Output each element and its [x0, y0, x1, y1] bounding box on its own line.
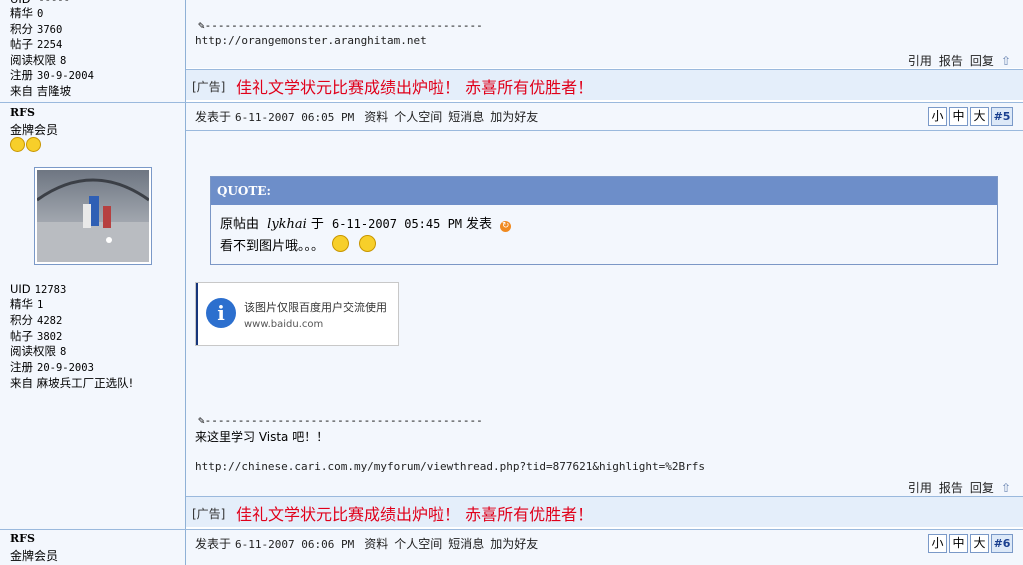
user-stat: 帖子 2254	[10, 37, 63, 51]
info-icon: i	[206, 298, 236, 328]
reply-link[interactable]: 回复	[970, 481, 994, 495]
ad-banner: [广告] 佳礼文学状元比赛成绩出炉啦！ 赤喜所有优胜者！	[186, 70, 1023, 100]
post-timestamp: 6-11-2007 06:05 PM	[235, 111, 355, 124]
ad-tag: [广告]	[192, 80, 226, 94]
user-stat: 注册 20-9-2003	[10, 360, 94, 374]
profile-link[interactable]: 资料	[364, 110, 388, 124]
font-small-button[interactable]: 小	[928, 107, 947, 126]
font-medium-button[interactable]: 中	[949, 534, 968, 553]
font-large-button[interactable]: 大	[970, 107, 989, 126]
signature-separator: ✎---------------------------------------…	[198, 414, 483, 427]
username[interactable]: RFS	[10, 106, 35, 119]
user-rank: 金牌会员	[10, 549, 59, 563]
placeholder-notice: 该图片仅限百度用户交流使用	[244, 301, 387, 314]
signature-link[interactable]: http://chinese.cari.com.my/myforum/viewt…	[195, 460, 705, 473]
quote-box: QUOTE: 原帖由 lykhai 于 6-11-2007 05:45 PM 发表 …	[210, 176, 998, 265]
user-stat: 来自 吉隆坡	[10, 84, 72, 98]
report-link[interactable]: 报告	[939, 54, 963, 68]
post-number[interactable]: #6	[991, 534, 1013, 553]
divider	[186, 496, 1023, 497]
user-stat: 精华 1	[10, 297, 44, 311]
quote-content: 原帖由 lykhai 于 6-11-2007 05:45 PM 发表 ↻ 看不到图片…	[220, 217, 512, 254]
back-to-top-icon[interactable]: ⇧	[1001, 54, 1011, 68]
quote-text: 看不到图片哦。。。	[220, 239, 325, 254]
user-stat: 精华 0	[10, 6, 44, 20]
rank-stars	[10, 137, 41, 155]
post-actions: 引用 报告 回复 ⇧	[901, 479, 1011, 496]
user-stat: 来自 麻坡兵工厂正选队!	[10, 376, 134, 390]
personal-space-link[interactable]: 个人空间	[394, 537, 442, 551]
quote-header: QUOTE:	[211, 177, 997, 205]
rank-star-icon	[10, 137, 25, 152]
user-rank: 金牌会员	[10, 123, 59, 137]
message-link[interactable]: 短消息	[448, 537, 484, 551]
signature-separator: ✎---------------------------------------…	[198, 19, 483, 32]
ad-link[interactable]: 佳礼文学状元比赛成绩出炉啦！ 赤喜所有优胜者！	[236, 74, 593, 98]
blocked-image-placeholder: i 该图片仅限百度用户交流使用 www.baidu.com	[195, 282, 399, 346]
user-stat: 阅读权限 8	[10, 344, 67, 358]
font-size-controls: 小 中 大 #5	[928, 107, 1013, 126]
post-meta: 发表于 6-11-2007 06:06 PM 资料 个人空间 短消息 加为好友	[195, 537, 539, 551]
placeholder-accent-bar	[196, 283, 198, 345]
goto-original-icon[interactable]: ↻	[500, 221, 512, 232]
avatar[interactable]	[34, 167, 152, 265]
post-meta: 发表于 6-11-2007 06:05 PM 资料 个人空间 短消息 加为好友	[195, 110, 539, 124]
post-timestamp: 6-11-2007 06:06 PM	[235, 538, 355, 551]
quoted-user[interactable]: lykhai	[267, 217, 307, 232]
ad-tag: [广告]	[192, 507, 226, 521]
reply-link[interactable]: 回复	[970, 54, 994, 68]
post-actions: 引用 报告 回复 ⇧	[901, 52, 1011, 69]
avatar-image	[36, 170, 150, 262]
add-friend-link[interactable]: 加为好友	[490, 110, 538, 124]
report-link[interactable]: 报告	[939, 481, 963, 495]
user-stat: 积分 4282	[10, 313, 63, 327]
back-to-top-icon[interactable]: ⇧	[1001, 481, 1011, 495]
message-link[interactable]: 短消息	[448, 110, 484, 124]
add-friend-link[interactable]: 加为好友	[490, 537, 538, 551]
username[interactable]: RFS	[10, 532, 35, 545]
quote-link[interactable]: 引用	[908, 54, 932, 68]
divider	[186, 130, 1023, 131]
ad-banner: [广告] 佳礼文学状元比赛成绩出炉啦！ 赤喜所有优胜者！	[186, 497, 1023, 527]
placeholder-url: www.baidu.com	[244, 319, 324, 330]
font-medium-button[interactable]: 中	[949, 107, 968, 126]
signature-text: 来这里学习 Vista 吧！！	[195, 430, 329, 444]
font-size-controls: 小 中 大 #6	[928, 534, 1013, 553]
quote-link[interactable]: 引用	[908, 481, 932, 495]
laugh-emoticon-icon	[359, 235, 377, 252]
rank-star-icon	[26, 137, 41, 152]
signature-link[interactable]: http://orangemonster.aranghitam.net	[195, 34, 427, 47]
user-stat: 注册 30-9-2004	[10, 68, 94, 82]
divider	[186, 69, 1023, 70]
ad-link[interactable]: 佳礼文学状元比赛成绩出炉啦！ 赤喜所有优胜者！	[236, 501, 593, 525]
font-small-button[interactable]: 小	[928, 534, 947, 553]
post-number[interactable]: #5	[991, 107, 1013, 126]
laugh-emoticon-icon	[332, 235, 350, 252]
personal-space-link[interactable]: 个人空间	[394, 110, 442, 124]
profile-link[interactable]: 资料	[364, 537, 388, 551]
font-large-button[interactable]: 大	[970, 534, 989, 553]
